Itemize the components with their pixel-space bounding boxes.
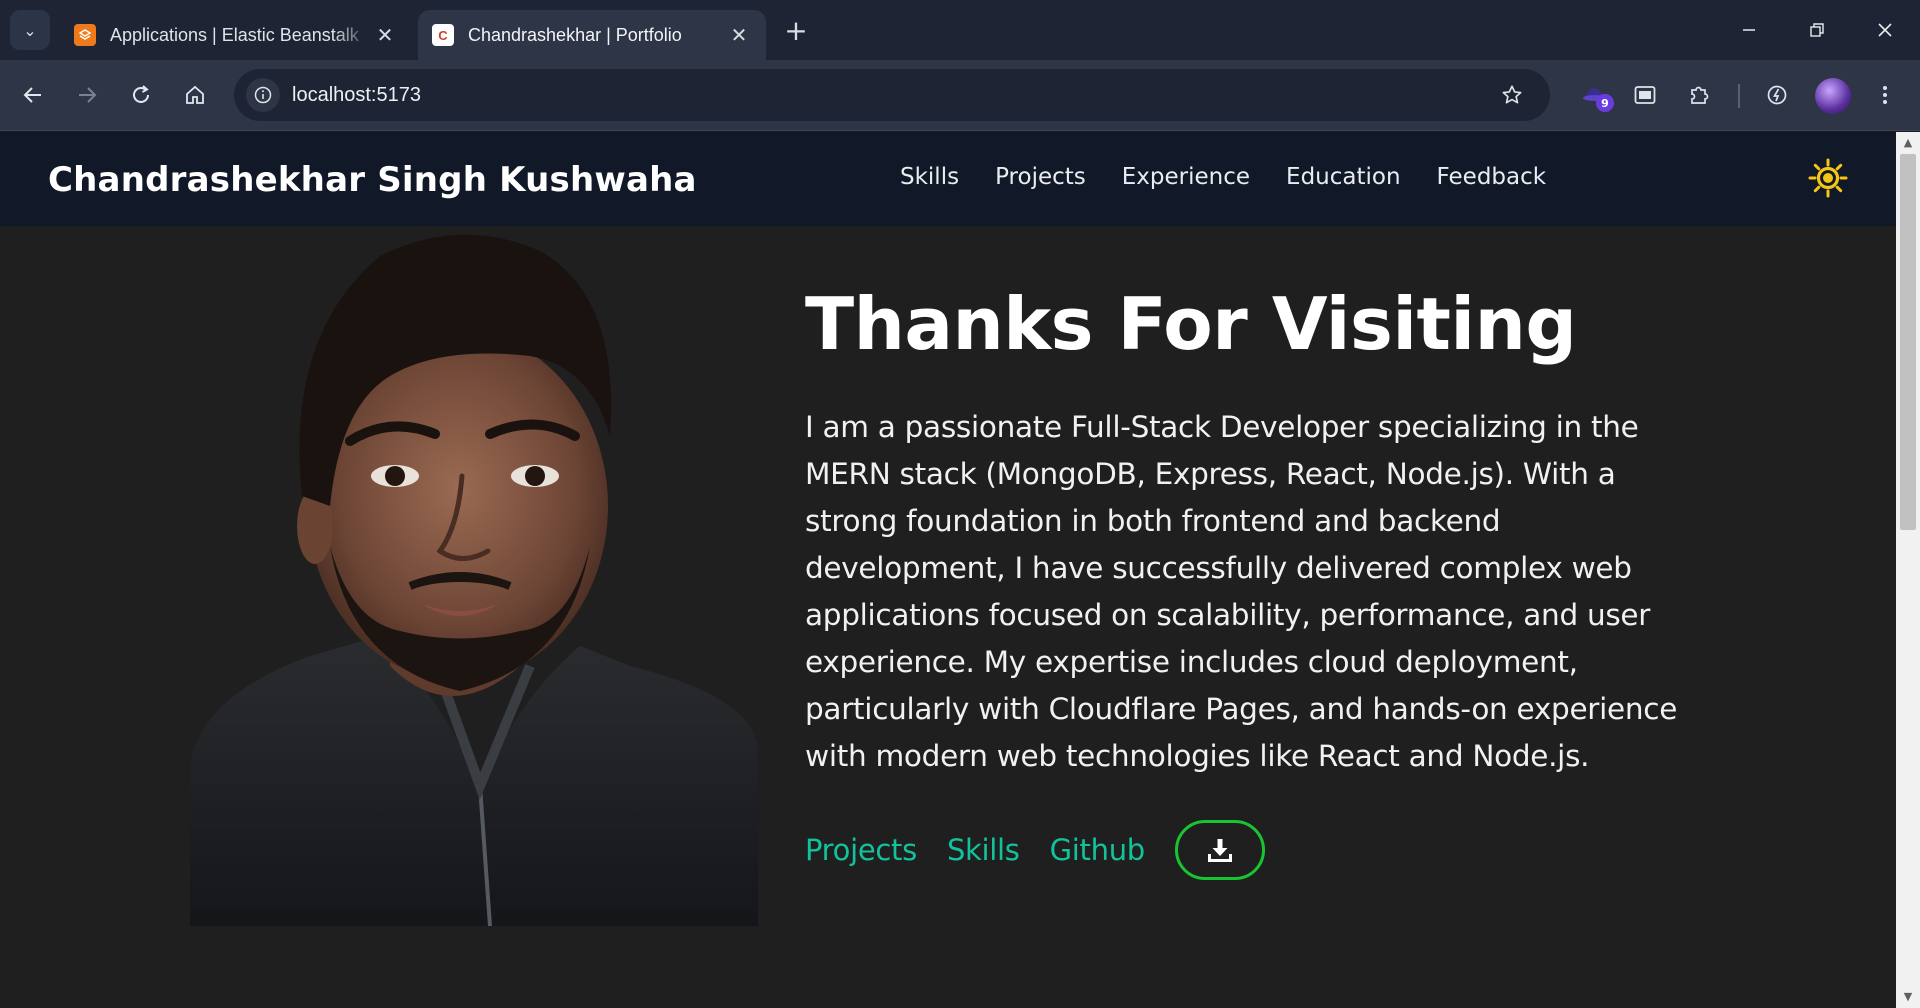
scrollbar-thumb[interactable] (1900, 154, 1916, 530)
minimize-button[interactable] (1726, 10, 1772, 50)
minimize-icon (1743, 29, 1755, 31)
arrow-right-icon (79, 87, 97, 103)
nav-link-experience[interactable]: Experience (1122, 164, 1250, 190)
address-bar[interactable]: localhost:5173 (234, 69, 1550, 121)
nav-link-education[interactable]: Education (1286, 164, 1401, 190)
page-scrollbar[interactable]: ▲ ▼ (1896, 132, 1920, 1008)
theme-toggle-button[interactable] (1806, 156, 1850, 200)
close-icon (1878, 23, 1892, 37)
home-button[interactable] (176, 76, 214, 114)
performance-button[interactable] (1758, 76, 1796, 114)
portfolio-c-icon: C (432, 24, 454, 46)
browser-toolbar: localhost:5173 9 (0, 60, 1920, 131)
close-tab-icon[interactable]: ✕ (372, 23, 398, 48)
profile-photo (190, 234, 758, 926)
hero-link-projects[interactable]: Projects (805, 833, 917, 867)
nav-link-projects[interactable]: Projects (995, 164, 1086, 190)
url-text[interactable]: localhost:5173 (292, 84, 1492, 107)
scroll-up-arrow-icon[interactable]: ▲ (1896, 136, 1920, 152)
back-button[interactable] (14, 76, 52, 114)
tab-search-button[interactable]: ⌄ (10, 10, 50, 50)
chevron-down-icon: ⌄ (23, 20, 37, 40)
bookmark-star-icon[interactable] (1492, 75, 1532, 115)
browser-menu-button[interactable] (1866, 76, 1904, 114)
hero-link-skills[interactable]: Skills (947, 833, 1020, 867)
browser-tab-portfolio[interactable]: C Chandrashekhar | Portfolio ✕ (418, 10, 766, 60)
scroll-down-arrow-icon[interactable]: ▼ (1896, 990, 1920, 1006)
new-tab-button[interactable]: + (780, 14, 812, 47)
tab-title: Applications | Elastic Beanstalk (110, 24, 359, 45)
hero-link-github[interactable]: Github (1050, 833, 1146, 867)
reload-icon (133, 85, 149, 103)
tab-title: Chandrashekhar | Portfolio (468, 24, 682, 45)
site-navbar: Chandrashekhar Singh Kushwaha Skills Pro… (0, 132, 1896, 226)
toolbar-divider (1738, 84, 1740, 108)
puzzle-piece-icon (1691, 86, 1709, 104)
extension-button[interactable]: 9 (1576, 76, 1614, 114)
browser-tab-elastic-beanstalk[interactable]: Applications | Elastic Beanstalk ✕ (60, 10, 412, 60)
site-info-icon[interactable] (246, 78, 280, 112)
reload-button[interactable] (122, 76, 160, 114)
site-brand[interactable]: Chandrashekhar Singh Kushwaha (48, 160, 697, 200)
site-nav-links: Skills Projects Experience Education Fee… (900, 164, 1546, 190)
nav-link-feedback[interactable]: Feedback (1437, 164, 1547, 190)
download-icon (1207, 839, 1232, 862)
hero-title: Thanks For Visiting (805, 282, 1577, 366)
media-control-icon (1634, 86, 1656, 104)
forward-button[interactable] (68, 76, 106, 114)
profile-avatar[interactable] (1815, 78, 1851, 114)
close-window-button[interactable] (1862, 10, 1908, 50)
extension-badge: 9 (1596, 94, 1614, 112)
more-vertical-icon (1883, 86, 1887, 104)
arrow-left-icon (23, 87, 41, 103)
nav-link-skills[interactable]: Skills (900, 164, 959, 190)
restore-icon (1810, 23, 1824, 37)
speedometer-icon (1767, 85, 1787, 105)
elastic-beanstalk-icon (74, 24, 96, 46)
hero-links: Projects Skills Github (805, 820, 1265, 880)
download-resume-button[interactable] (1174, 820, 1265, 880)
media-button[interactable] (1626, 76, 1664, 114)
browser-tabstrip: ⌄ Applications | Elastic Beanstalk ✕ C C… (0, 0, 1920, 60)
close-tab-icon[interactable]: ✕ (726, 23, 752, 48)
extensions-button[interactable] (1680, 76, 1718, 114)
page-viewport: Chandrashekhar Singh Kushwaha Skills Pro… (0, 132, 1896, 1008)
hero-description: I am a passionate Full-Stack Developer s… (805, 410, 1678, 773)
restore-button[interactable] (1794, 10, 1840, 50)
sun-icon (1808, 158, 1848, 198)
home-icon (186, 85, 204, 104)
